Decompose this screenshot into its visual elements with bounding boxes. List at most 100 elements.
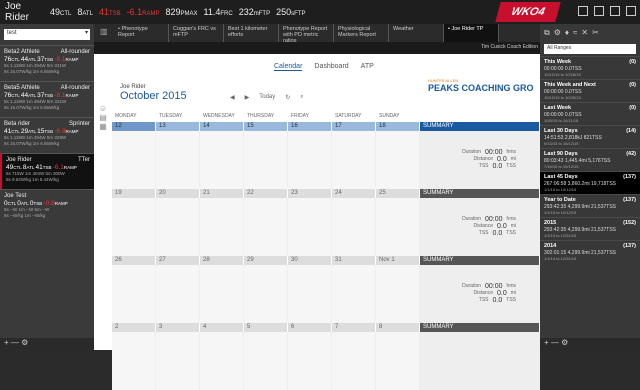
day-number[interactable]: 18 [376,122,420,131]
day-number[interactable]: 20 [156,189,200,198]
athlete-item[interactable]: Beta5 Athlete All-rounder 76CTL 44ATL 37TS… [0,81,94,117]
refresh-icon[interactable]: ↻ [285,94,290,101]
day-number[interactable]: 21 [200,189,244,198]
swim-icon[interactable]: ≈ [573,28,577,38]
day-cell[interactable] [376,265,420,323]
search-icon[interactable]: ⌕ [300,94,303,101]
range-item[interactable]: Last 45 Days (137) 267:06:58 3,860.2mi 19,… [540,171,640,194]
range-item[interactable]: 2014 (137) 302:01:15 4,299.9mi 21,537TSS 1/… [540,240,640,263]
athlete-search-input[interactable]: test [4,29,90,40]
day-number[interactable]: 13 [156,122,200,131]
day-cell[interactable] [156,265,200,323]
person-icon[interactable]: ☺ [94,104,112,113]
day-cell[interactable] [244,131,288,189]
next-month-icon[interactable]: ▶ [245,94,250,101]
day-number[interactable]: 31 [332,256,376,265]
day-cell[interactable] [376,198,420,256]
day-cell[interactable] [112,198,156,256]
day-cell[interactable] [288,131,332,189]
report-tab[interactable]: Weather [389,24,444,42]
report-tab[interactable]: Coggan's FRC vs mFTP [169,24,224,42]
day-number[interactable]: 25 [376,189,420,198]
day-number[interactable]: 2 [112,323,156,332]
day-number[interactable]: 15 [244,122,288,131]
report-tab[interactable]: • Phenotype Report [114,24,169,42]
fullscreen-icon[interactable] [626,6,636,16]
day-number[interactable]: 27 [156,256,200,265]
range-item[interactable]: This Week and Next (0) 00:00:00 0.0TSS 10/1… [540,79,640,102]
day-cell[interactable] [332,332,376,390]
day-cell[interactable] [244,265,288,323]
day-number[interactable]: 22 [244,189,288,198]
day-cell[interactable] [156,131,200,189]
cross-icon[interactable]: ✕ [581,28,588,38]
day-cell[interactable] [156,332,200,390]
day-cell[interactable] [112,265,156,323]
day-cell[interactable] [244,198,288,256]
day-cell[interactable] [156,198,200,256]
notes-icon[interactable]: ▤ [94,113,112,122]
day-number[interactable]: 29 [244,256,288,265]
day-cell[interactable] [200,332,244,390]
day-number[interactable]: 23 [288,189,332,198]
prev-month-icon[interactable]: ◀ [230,94,235,101]
day-number[interactable]: 16 [288,122,332,131]
athlete-item[interactable]: Joe Rider TTer 49CTL 8ATL 41TSB -6.1RAMP 5… [0,153,94,189]
tab-calendar[interactable]: Calendar [274,63,303,71]
day-cell[interactable] [244,332,288,390]
day-number[interactable]: 5 [244,323,288,332]
day-cell[interactable] [332,198,376,256]
chart-icon[interactable]: ▥ [94,24,114,42]
day-number[interactable]: 4 [200,323,244,332]
day-number[interactable]: 26 [112,256,156,265]
day-cell[interactable] [376,332,420,390]
panel-icon[interactable] [610,6,620,16]
range-item[interactable]: Last 90 Days (42) 80:03:43 1,445.4mi 5,176… [540,148,640,171]
day-number[interactable]: 12 [112,122,156,131]
day-number[interactable]: 6 [288,323,332,332]
report-tab[interactable]: • Joe Rider TP [444,24,499,42]
day-cell[interactable] [288,198,332,256]
day-number[interactable]: Nov 1 [376,256,420,265]
layout-icon[interactable] [578,6,588,16]
day-number[interactable]: 17 [332,122,376,131]
report-tab[interactable]: Physiological Markers Report [334,24,389,42]
day-cell[interactable] [376,131,420,189]
range-footer-actions[interactable]: + — ⚙ [540,338,640,350]
bike-icon[interactable]: ⚙ [554,28,561,38]
day-number[interactable]: 8 [376,323,420,332]
tools-icon[interactable]: ✂ [592,28,599,38]
range-item[interactable]: This Week (0) 00:00:00 0.0TSS 10/12/15 to 1… [540,56,640,79]
athlete-item[interactable]: Beta2 Athlete All-rounder 76CTL 44ATL 37TS… [0,45,94,81]
day-number[interactable]: 3 [156,323,200,332]
day-cell[interactable] [288,332,332,390]
run-icon[interactable]: ♦ [565,28,569,38]
day-number[interactable]: 30 [288,256,332,265]
day-number[interactable]: 7 [332,323,376,332]
schedule-icon[interactable]: ▦ [94,122,112,131]
day-cell[interactable] [288,265,332,323]
copy-icon[interactable]: ⧉ [544,28,550,38]
day-cell[interactable] [200,131,244,189]
day-number[interactable]: 28 [200,256,244,265]
range-item[interactable]: 2015 (152) 293:42:35 4,299.9mi 21,537TSS 1/… [540,217,640,240]
tab-atp[interactable]: ATP [361,63,374,71]
split-view-icon[interactable] [594,6,604,16]
today-button[interactable]: Today [259,94,275,101]
range-item[interactable]: Last Week (0) 00:00:00 0.0TSS 10/5/15 to 10… [540,102,640,125]
range-select[interactable]: All Ranges [544,44,636,54]
day-cell[interactable] [112,332,156,390]
report-tab[interactable]: Best 1 kilometer efforts [224,24,279,42]
day-cell[interactable] [332,265,376,323]
sidebar-footer-actions[interactable]: + — ⚙ [0,338,94,350]
range-item[interactable]: Year to Date (137) 293:42:35 4,299.9mi 21,… [540,194,640,217]
day-cell[interactable] [200,198,244,256]
report-tab[interactable]: Phenotype Report with PD metric ratios [279,24,334,44]
day-cell[interactable] [200,265,244,323]
day-cell[interactable] [112,131,156,189]
day-number[interactable]: 14 [200,122,244,131]
day-number[interactable]: 19 [112,189,156,198]
athlete-item[interactable]: Joe Test 0CTL 0ATL 0TSB -0.8RAMP 5s --W 1… [0,189,94,225]
day-cell[interactable] [332,131,376,189]
range-item[interactable]: Last 30 Days (14) 14:51:53 2,818kJ 821TSS 9… [540,125,640,148]
